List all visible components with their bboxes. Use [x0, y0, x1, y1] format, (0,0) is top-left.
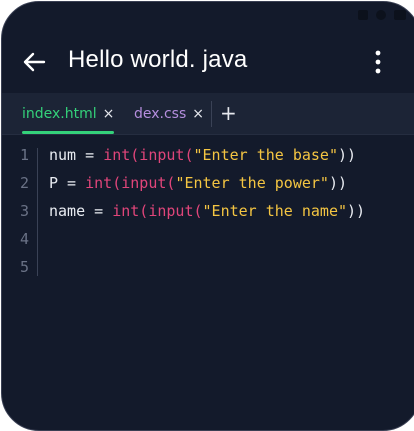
- code-text: num = int(input("Enter the base")): [49, 146, 356, 164]
- line-number: 1: [20, 146, 30, 164]
- arrow-left-icon[interactable]: [20, 48, 48, 76]
- more-vertical-icon[interactable]: [368, 48, 388, 76]
- code-token: name =: [49, 202, 113, 220]
- status-square-icon: [358, 10, 368, 20]
- line-number: 4: [20, 230, 30, 248]
- code-token: int(input(: [112, 202, 203, 220]
- app-bar: Hello world. java: [2, 32, 414, 92]
- tab-index-html[interactable]: index.html ×: [22, 93, 115, 134]
- code-token: int(input(: [85, 174, 176, 192]
- code-token: )): [328, 174, 348, 192]
- code-token: "Enter the name": [202, 202, 348, 220]
- add-tab-button[interactable]: +: [220, 101, 237, 125]
- tab-label: dex.css: [134, 105, 187, 122]
- code-token: )): [347, 202, 366, 220]
- status-bar: [358, 10, 406, 20]
- code-line[interactable]: 2 P = int(input("Enter the power")): [2, 170, 414, 198]
- tab-label: index.html: [22, 105, 97, 122]
- code-token: num =: [49, 146, 104, 164]
- code-token: "Enter the base": [193, 146, 339, 164]
- code-editor[interactable]: 1 num = int(input("Enter the base")) 2 P = …: [2, 142, 414, 422]
- code-token: int(input(: [103, 146, 194, 164]
- code-line[interactable]: 4: [2, 226, 414, 254]
- line-number: 5: [20, 258, 30, 276]
- close-icon[interactable]: ×: [192, 106, 204, 122]
- tab-dex-css[interactable]: dex.css ×: [134, 93, 204, 134]
- code-text: P = int(input("Enter the power")): [49, 174, 347, 192]
- tab-divider: [211, 101, 212, 127]
- code-token: "Enter the power": [175, 174, 329, 192]
- code-token: )): [338, 146, 357, 164]
- code-line[interactable]: 1 num = int(input("Enter the base")): [2, 142, 414, 170]
- status-circle-icon: [376, 10, 386, 20]
- code-line[interactable]: 3 name = int(input("Enter the name")): [2, 198, 414, 226]
- phone-frame: Hello world. java index.html × dex.css ×…: [1, 1, 414, 431]
- tab-bar: index.html × dex.css × +: [2, 93, 414, 135]
- code-line[interactable]: 5: [2, 254, 414, 282]
- active-tab-indicator: [22, 131, 115, 134]
- line-number: 3: [20, 202, 30, 220]
- status-battery-icon: [394, 10, 406, 20]
- page-title: Hello world. java: [68, 46, 248, 73]
- code-text: name = int(input("Enter the name")): [49, 202, 365, 220]
- line-number: 2: [20, 174, 30, 192]
- close-icon[interactable]: ×: [103, 106, 115, 122]
- code-token: P =: [49, 174, 86, 192]
